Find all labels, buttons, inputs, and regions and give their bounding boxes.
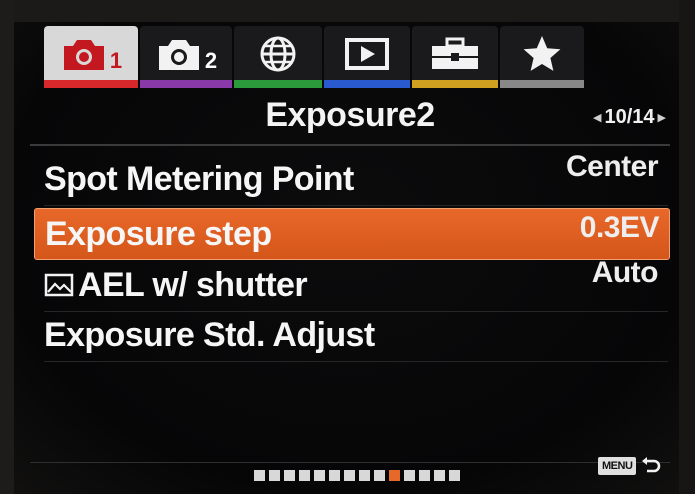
tab-color-strip	[140, 80, 232, 88]
camera-icon	[63, 40, 104, 70]
return-icon	[642, 457, 661, 473]
page-indicator[interactable]: ◀ 10/14 ▶	[593, 106, 666, 129]
menu-item-label: Exposure step	[45, 215, 272, 253]
page-prev-icon[interactable]: ◀	[593, 111, 601, 124]
page-next-icon[interactable]: ▶	[658, 111, 666, 124]
page-dot	[449, 470, 460, 481]
tab-my-menu[interactable]	[500, 26, 584, 88]
tab-network[interactable]	[234, 26, 322, 88]
menu-tabs: 1 2	[30, 26, 590, 90]
page-dot	[419, 470, 430, 481]
tab-playback[interactable]	[324, 26, 410, 88]
tab-color-strip	[44, 80, 138, 88]
page-dot	[299, 470, 310, 481]
page-dot	[434, 470, 445, 481]
menu-item-value: 0.3EV	[579, 211, 660, 244]
menu-item-label: Spot Metering Point	[44, 160, 354, 198]
page-dots	[254, 470, 460, 481]
header-divider	[30, 144, 670, 146]
toolbox-icon	[432, 37, 478, 69]
bezel-top	[0, 0, 695, 22]
play-icon	[345, 38, 389, 70]
menu-item-ael-w-shutter[interactable]: AEL w/ shutter Auto	[34, 256, 668, 312]
globe-icon	[260, 36, 296, 72]
page-dot	[404, 470, 415, 481]
footer-divider	[30, 462, 670, 463]
tab-color-strip	[500, 80, 584, 88]
menu-item-label: AEL w/ shutter	[78, 266, 308, 304]
camera-icon	[158, 40, 199, 70]
tab-color-strip	[234, 80, 322, 88]
menu-item-value: Center	[565, 150, 659, 183]
row-divider	[44, 361, 668, 362]
page-dot	[254, 470, 265, 481]
menu-back-button[interactable]: MENU	[598, 455, 662, 477]
tab-number: 2	[204, 48, 218, 73]
star-icon	[523, 36, 561, 71]
bezel-left	[0, 0, 14, 494]
ael-shutter-icon	[44, 273, 74, 297]
tab-color-strip	[412, 80, 498, 88]
menu-item-exposure-step[interactable]: Exposure step 0.3EV	[34, 208, 670, 260]
menu-item-label: Exposure Std. Adjust	[44, 316, 375, 354]
page-title: Exposure2	[265, 96, 435, 134]
page-dot-current	[389, 470, 400, 481]
page-dot	[284, 470, 295, 481]
tab-camera-2[interactable]: 2	[140, 26, 232, 88]
tab-color-strip	[324, 80, 410, 88]
menu-item-spot-metering-point[interactable]: Spot Metering Point Center	[34, 150, 668, 206]
page-dot	[314, 470, 325, 481]
tab-number: 1	[109, 48, 123, 73]
menu-header: Exposure2 ◀ 10/14 ▶	[30, 94, 670, 140]
tab-setup[interactable]	[412, 26, 498, 88]
page-dot	[269, 470, 280, 481]
page-number: 10/14	[604, 106, 655, 128]
page-dot	[374, 470, 385, 481]
menu-item-value: Auto	[591, 256, 659, 289]
row-divider	[44, 205, 668, 206]
tab-camera-1[interactable]: 1	[44, 26, 138, 88]
menu-item-exposure-std-adjust[interactable]: Exposure Std. Adjust	[34, 310, 668, 362]
bezel-right	[679, 0, 695, 494]
page-dot	[329, 470, 340, 481]
page-dot	[344, 470, 355, 481]
menu-label: MENU	[598, 457, 637, 475]
page-dot	[359, 470, 370, 481]
menu-item-label-wrap: AEL w/ shutter	[44, 266, 308, 305]
